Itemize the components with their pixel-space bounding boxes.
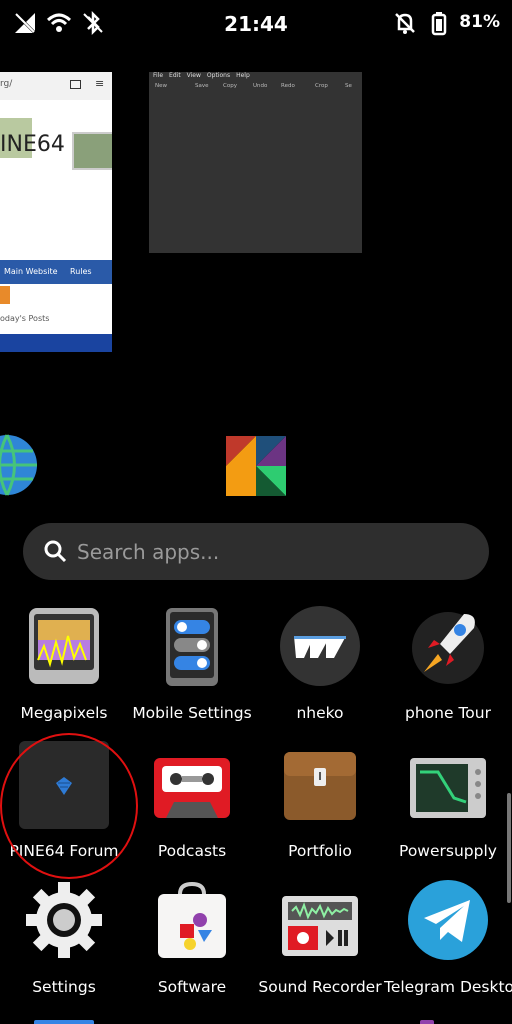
app-portfolio[interactable]: Portfolio: [256, 744, 384, 874]
phone-tour-rocket-icon: [412, 612, 484, 684]
app-powersupply[interactable]: Powersupply: [384, 744, 512, 874]
app-telegram-desktop[interactable]: Telegram Desktop: [384, 880, 512, 1010]
app-label: Megapixels: [20, 704, 108, 722]
next-row-app-icon-partial[interactable]: [34, 1020, 94, 1024]
tool-redo[interactable]: Redo: [281, 83, 295, 93]
highlight-circle: [0, 733, 138, 879]
menu-options[interactable]: Options: [207, 72, 230, 82]
app-sound-recorder[interactable]: Sound Recorder: [256, 880, 384, 1010]
settings-gear-icon: [26, 882, 102, 958]
tool-crop[interactable]: Crop: [315, 83, 328, 93]
editor-menubar: File Edit View Options Help: [149, 72, 366, 82]
menu-edit[interactable]: Edit: [169, 72, 181, 82]
battery-percentage: 81%: [459, 12, 500, 32]
app-label: Settings: [32, 978, 96, 996]
app-mobile-settings[interactable]: Mobile Settings: [128, 606, 256, 736]
notifications-off-icon: [395, 13, 415, 34]
podcasts-cassette-icon: [154, 758, 230, 818]
forum-nav: Main Website Rules: [0, 260, 112, 284]
browser-window-thumbnail[interactable]: rg/ ≡ INE64 Main Website Rules oday's Po…: [0, 72, 112, 352]
tool-undo[interactable]: Undo: [253, 83, 267, 93]
menu-view[interactable]: View: [187, 72, 201, 82]
nav-main-website[interactable]: Main Website: [4, 267, 58, 276]
status-bar: 21:44 81%: [0, 0, 512, 48]
brand-text: INE64: [0, 132, 65, 157]
editor-window-thumbnail[interactable]: File Edit View Options Help New Save Cop…: [149, 72, 362, 253]
todays-posts-label: oday's Posts: [0, 314, 50, 323]
scrollbar[interactable]: [507, 793, 511, 903]
battery-icon: [431, 12, 447, 36]
browser-app-icon[interactable]: [0, 434, 38, 496]
forum-banner: INE64: [0, 100, 112, 260]
app-label: Podcasts: [157, 842, 227, 860]
sound-recorder-icon: [282, 896, 358, 956]
tool-copy[interactable]: Copy: [223, 83, 237, 93]
tabs-icon: [70, 80, 81, 89]
app-label: nheko: [296, 704, 344, 722]
portfolio-briefcase-icon: [284, 752, 356, 820]
tool-save[interactable]: Save: [195, 83, 209, 93]
orange-button: [0, 286, 10, 304]
mobile-settings-icon: [166, 608, 218, 686]
nav-rules[interactable]: Rules: [70, 267, 92, 276]
app-software[interactable]: Software: [128, 880, 256, 1010]
app-label: Sound Recorder: [258, 978, 382, 996]
tool-se[interactable]: Se: [345, 83, 352, 93]
next-row-app-icon-partial[interactable]: [420, 1020, 434, 1024]
app-megapixels[interactable]: Megapixels: [0, 606, 128, 736]
app-podcasts[interactable]: Podcasts: [128, 744, 256, 874]
menu-icon: ≡: [95, 77, 105, 90]
telegram-icon: [408, 880, 488, 960]
search-input[interactable]: [75, 533, 469, 571]
menu-help[interactable]: Help: [236, 72, 250, 82]
nheko-icon: [280, 606, 360, 686]
megapixels-icon: [29, 608, 99, 684]
search-icon: [44, 540, 67, 563]
search-bar[interactable]: [23, 523, 489, 580]
powersupply-icon: [410, 758, 486, 818]
software-bag-icon: [158, 881, 226, 958]
app-nheko[interactable]: nheko: [256, 606, 384, 736]
menu-file[interactable]: File: [153, 72, 163, 82]
app-label: Powersupply: [399, 842, 497, 860]
url-fragment: rg/: [0, 79, 13, 89]
app-label: Portfolio: [288, 842, 352, 860]
app-settings[interactable]: Settings: [0, 880, 128, 1010]
app-phone-tour[interactable]: phone Tour: [384, 606, 512, 736]
app-label: Mobile Settings: [132, 704, 252, 722]
kolourpaint-app-icon[interactable]: [226, 436, 286, 496]
tool-new[interactable]: New: [155, 83, 167, 93]
app-label: phone Tour: [405, 704, 491, 722]
browser-toolbar: rg/ ≡: [0, 72, 112, 100]
app-label: Telegram Desktop: [384, 978, 512, 996]
app-label: Software: [157, 978, 227, 996]
